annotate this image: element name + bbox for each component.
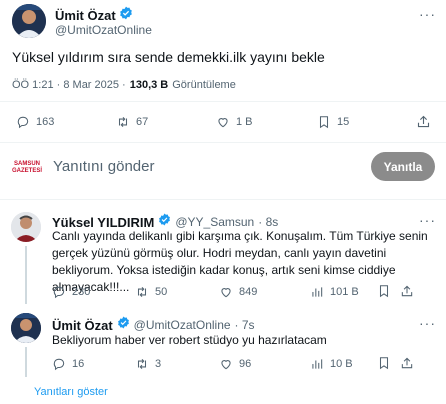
retweet-button[interactable]: 3	[135, 357, 161, 371]
more-options-icon[interactable]: ···	[419, 212, 436, 228]
more-options-icon[interactable]: ···	[419, 315, 436, 331]
views-label: Görüntüleme	[172, 79, 236, 91]
retweet-button[interactable]: 50	[135, 285, 167, 299]
like-count: 849	[239, 286, 258, 298]
reply-avatar[interactable]	[11, 313, 41, 343]
tweet-text: Yüksel yıldırım sıra sende demekki.ilk y…	[12, 49, 325, 65]
retweet-button[interactable]: 67	[116, 115, 148, 129]
reply-submit-button[interactable]: Yanıtla	[371, 152, 435, 181]
like-button[interactable]: 849	[219, 285, 257, 299]
bookmark-button[interactable]: 15	[317, 115, 349, 129]
views-button[interactable]: 101 B	[310, 285, 359, 299]
reply-time[interactable]: · 8s	[258, 215, 278, 229]
reply-avatar[interactable]	[11, 212, 41, 242]
analytics-icon	[312, 359, 323, 369]
reply-count: 16	[72, 358, 85, 370]
retweet-icon	[137, 286, 147, 298]
views-count: 101 B	[330, 286, 359, 298]
reply-author-handle[interactable]: @YY_Samsun	[175, 215, 254, 229]
reply-time[interactable]: · 7s	[235, 318, 255, 332]
like-count: 1 B	[236, 116, 253, 128]
views-count: 130,3 B	[129, 79, 169, 91]
bookmark-count: 15	[337, 116, 350, 128]
composer-avatar[interactable]: SAMSUN GAZETESİ	[12, 153, 42, 183]
share-icon[interactable]	[416, 114, 431, 134]
heart-icon	[218, 118, 228, 128]
views-count: 10 B	[330, 358, 353, 370]
bookmark-icon[interactable]	[377, 356, 391, 375]
retweet-count: 50	[155, 286, 168, 298]
retweet-icon	[137, 358, 147, 370]
reply-author-name[interactable]: Ümit Özat	[52, 318, 113, 333]
reply-icon	[53, 358, 65, 371]
thread-line	[25, 347, 27, 377]
reply-count: 230	[72, 286, 91, 298]
reply-icon	[53, 286, 65, 299]
author-avatar[interactable]	[12, 4, 46, 38]
show-replies-link[interactable]: Yanıtları göster	[34, 386, 108, 398]
share-icon[interactable]	[400, 284, 414, 303]
reply-text: Bekliyorum haber ver robert stüdyo yu ha…	[52, 333, 327, 347]
tweet-timestamp[interactable]: ÖÖ 1:21 · 8 Mar 2025 ·	[12, 79, 126, 91]
bookmark-icon	[319, 116, 329, 129]
share-icon[interactable]	[400, 356, 414, 375]
reply-author-handle[interactable]: @UmitOzatOnline	[134, 318, 231, 332]
author-name[interactable]: Ümit Özat	[55, 8, 116, 23]
reply-input[interactable]: Yanıtını gönder	[53, 158, 154, 175]
retweet-icon	[118, 116, 128, 128]
reply-count-button[interactable]: 163	[16, 115, 54, 129]
thread-line	[25, 246, 27, 304]
author-handle[interactable]: @UmitOzatOnline	[55, 23, 152, 37]
retweet-count: 67	[136, 116, 149, 128]
views-button[interactable]: 10 B	[310, 357, 353, 371]
reply-icon	[17, 116, 29, 129]
retweet-count: 3	[155, 358, 162, 370]
reply-count-button[interactable]: 16	[52, 357, 84, 371]
reply-count-button[interactable]: 230	[52, 285, 90, 299]
analytics-icon	[312, 287, 323, 297]
composer-avatar-logo: SAMSUN GAZETESİ	[12, 161, 42, 174]
like-count: 96	[239, 358, 252, 370]
more-options-icon[interactable]: ···	[419, 6, 436, 22]
heart-icon	[221, 288, 231, 298]
heart-icon	[221, 360, 231, 370]
bookmark-icon[interactable]	[377, 284, 391, 303]
reply-count: 163	[36, 116, 55, 128]
like-button[interactable]: 96	[219, 357, 251, 371]
like-button[interactable]: 1 B	[216, 115, 253, 129]
